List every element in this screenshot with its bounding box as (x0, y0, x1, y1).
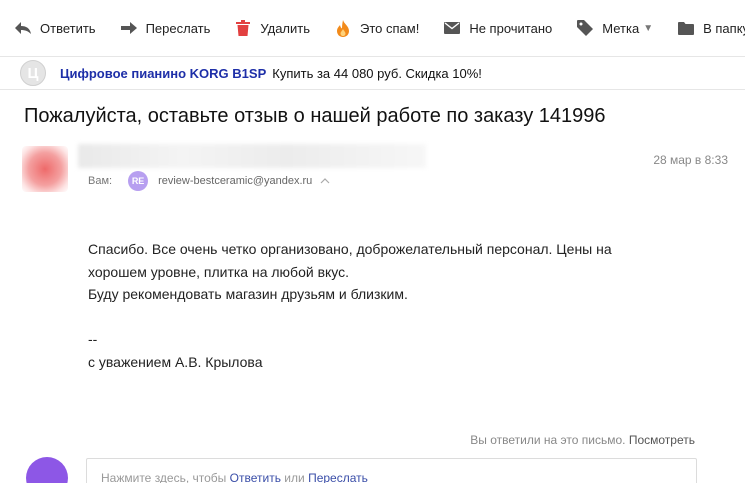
body-line: Спасибо. Все очень четко организовано, д… (88, 241, 612, 257)
chevron-up-icon[interactable] (320, 176, 330, 187)
reply-button[interactable]: Ответить (14, 13, 96, 43)
delete-button[interactable]: Удалить (234, 13, 310, 43)
message-toolbar: Ответить Переслать Удалить Это спам! Не … (0, 0, 745, 56)
quick-reply-or: или (284, 471, 305, 483)
user-avatar (26, 457, 68, 483)
envelope-icon (443, 19, 461, 37)
signature-dash: -- (88, 331, 98, 347)
replied-text: Вы ответили на это письмо. (470, 433, 626, 447)
recipient-avatar: RE (128, 171, 149, 191)
signature-text: с уважением А.В. Крылова (88, 353, 263, 370)
label-label: Метка (602, 20, 640, 36)
spam-label: Это спам! (360, 20, 420, 36)
quick-forward-link[interactable]: Переслать (308, 471, 368, 483)
fire-icon (334, 19, 352, 37)
quick-reply-prefix: Нажмите здесь, чтобы (101, 471, 227, 483)
signature: -- с уважением А.В. Крылова (88, 328, 263, 373)
folder-icon (677, 19, 695, 37)
body-line: Буду рекомендовать магазин друзьям и бли… (88, 286, 408, 302)
ad-banner[interactable]: Ц Цифровое пианино KORG B1SP Купить за 4… (0, 56, 745, 90)
ad-title[interactable]: Цифровое пианино KORG B1SP (60, 66, 266, 81)
unread-label: Не прочитано (469, 20, 553, 36)
mark-unread-button[interactable]: Не прочитано (443, 13, 552, 43)
quick-reply-box[interactable]: Нажмите здесь, чтобы Ответить или Пересл… (86, 458, 697, 483)
recipient-email[interactable]: review-bestceramic@yandex.ru (158, 175, 312, 187)
label-dropdown[interactable]: Метка ▼ (576, 13, 653, 43)
recipient-row: Вам: RE review-bestceramic@yandex.ru (88, 171, 330, 191)
view-reply-link[interactable]: Посмотреть (629, 433, 695, 447)
move-to-folder-dropdown[interactable]: В папку ▼ (677, 13, 745, 43)
chevron-down-icon: ▼ (643, 22, 654, 34)
folder-label: В папку (703, 20, 745, 36)
to-label: Вам: (88, 175, 113, 187)
forward-button[interactable]: Переслать (120, 13, 211, 43)
trash-icon (234, 19, 252, 37)
reply-label: Ответить (40, 20, 96, 36)
ad-text: Купить за 44 080 руб. Скидка 10%! (272, 65, 482, 81)
message-subject: Пожалуйста, оставьте отзыв о нашей работ… (24, 105, 606, 127)
message-date: 28 мар в 8:33 (653, 153, 728, 167)
tag-icon (576, 19, 594, 37)
forward-arrow-icon (120, 19, 138, 37)
sender-name-redacted (78, 144, 426, 168)
replied-notice: Вы ответили на это письмо. Посмотреть (470, 433, 695, 447)
delete-label: Удалить (260, 20, 311, 36)
ad-logo: Ц (20, 60, 46, 86)
forward-label: Переслать (145, 20, 211, 36)
quick-reply-link[interactable]: Ответить (230, 471, 281, 483)
message-body: Спасибо. Все очень четко организовано, д… (88, 238, 688, 306)
spam-button[interactable]: Это спам! (334, 13, 419, 43)
body-line: хорошем уровне, плитка на любой вкус. (88, 263, 350, 280)
sender-avatar (22, 146, 68, 192)
reply-arrow-icon (14, 19, 32, 37)
